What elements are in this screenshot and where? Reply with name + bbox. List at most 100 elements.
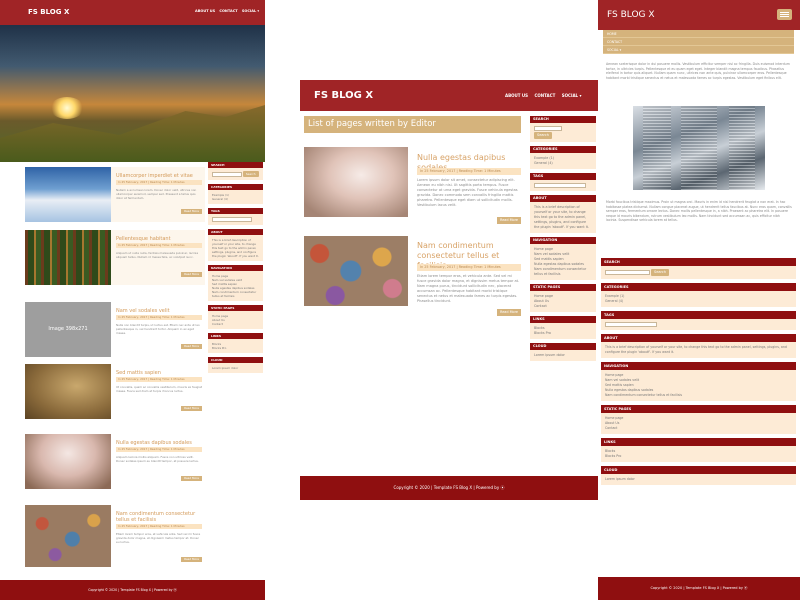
mobile-page-view: FS BLOG X HOME CONTACT SOCIAL ▾ Aenean s…	[598, 0, 800, 600]
menu-item-contact[interactable]: CONTACT	[219, 9, 237, 13]
search-input[interactable]	[605, 269, 650, 275]
post-thumbnail[interactable]	[25, 364, 111, 419]
cloud-widget: CLOUD Lorem ipsum dolor	[530, 342, 596, 361]
read-more-button[interactable]: Read More	[181, 557, 202, 562]
widget-title: NAVIGATION	[601, 362, 796, 370]
post-title[interactable]: Nam condimentum consectetur tellus et fa…	[116, 511, 202, 523]
static-link[interactable]: Contact	[212, 322, 259, 326]
tags-select[interactable]	[605, 322, 657, 327]
author-pages-view: FS BLOG X ABOUT US CONTACT SOCIAL ▾ List…	[300, 80, 598, 600]
post-excerpt: Lorem ipsum dolor sit amet, consectetur …	[417, 178, 518, 207]
cloud-text: Lorem ipsum dolor	[601, 474, 796, 485]
search-button[interactable]: Search	[651, 269, 670, 276]
post-thumbnail[interactable]	[304, 236, 408, 306]
static-pages-widget: STATIC PAGES Home page About Us Contact	[208, 305, 263, 329]
search-input[interactable]	[212, 171, 242, 177]
hero-sun	[50, 97, 84, 119]
mobile-menu-item-home[interactable]: HOME	[603, 30, 794, 38]
read-more-button[interactable]: Read More	[181, 344, 202, 349]
mobile-menu-item-contact[interactable]: CONTACT	[603, 38, 794, 46]
post-card: Ullamcorper imperdiet et vitae In 25 Feb…	[25, 167, 205, 222]
menu-item-contact[interactable]: CONTACT	[534, 93, 555, 98]
post-thumbnail[interactable]	[304, 147, 408, 217]
menu-item-about[interactable]: ABOUT US	[195, 9, 215, 13]
search-button[interactable]: Search	[242, 171, 259, 177]
categories-widget: CATEGORIES Example (1) General (4)	[208, 184, 263, 204]
post-meta: In 25 February, 2017 | Reading Time: 1 M…	[116, 315, 202, 320]
widget-title: CLOUD	[530, 342, 596, 350]
static-link[interactable]: Contact	[605, 426, 792, 431]
site-footer: Copyright © 2020 | Template FS Blog X | …	[598, 577, 800, 600]
category-link[interactable]: General (4)	[212, 197, 259, 201]
widget-title: STATIC PAGES	[530, 283, 596, 291]
read-more-button[interactable]: Read More	[181, 476, 202, 481]
about-widget: ABOUT This is a brief description of you…	[601, 334, 796, 358]
category-link[interactable]: General (4)	[605, 299, 792, 304]
search-button[interactable]: Search	[534, 131, 553, 139]
search-widget: SEARCH Search	[530, 116, 596, 142]
site-brand[interactable]: FS BLOG X	[607, 10, 655, 20]
post-card: Pellentesque habitant In 25 February, 20…	[25, 230, 205, 285]
external-link[interactable]: Blocks Pro	[534, 331, 592, 336]
article-image-buildings	[633, 106, 765, 190]
post-thumbnail[interactable]	[25, 434, 111, 489]
widget-title: CLOUD	[601, 466, 796, 474]
mobile-menu-item-social[interactable]: SOCIAL ▾	[603, 46, 794, 54]
post-meta: In 25 February, 2017 | Reading Time: 1 M…	[116, 180, 202, 185]
post-thumbnail[interactable]	[25, 230, 111, 285]
about-widget: ABOUT This is a brief description of you…	[208, 229, 263, 261]
top-navbar: FS BLOG X ABOUT US CONTACT SOCIAL ▾	[0, 0, 265, 25]
post-title[interactable]: Pellentesque habitant	[116, 236, 202, 242]
post-card: Nam condimentum consectetur tellus et fa…	[25, 505, 205, 567]
static-link[interactable]: Contact	[534, 304, 592, 309]
read-more-button[interactable]: Read More	[496, 309, 521, 316]
top-navbar: FS BLOG X	[598, 0, 800, 30]
nav-link[interactable]: Nam condimentum consectetur tellus et fa…	[212, 290, 259, 298]
tags-select[interactable]	[534, 182, 586, 188]
read-more-button[interactable]: Read More	[181, 406, 202, 411]
about-text: This is a brief description of yourself …	[208, 235, 263, 261]
widget-title: SEARCH	[530, 116, 596, 123]
static-pages-widget: STATIC PAGES Home page About Us Contact	[601, 405, 796, 434]
post-thumbnail[interactable]	[25, 505, 111, 567]
widget-title: LINKS	[601, 438, 796, 446]
post-title[interactable]: Ullamcorper imperdiet et vitae	[116, 173, 202, 179]
cloud-text: Lorem ipsum dolor	[530, 349, 596, 361]
menu-item-social[interactable]: SOCIAL ▾	[562, 93, 582, 98]
post-title[interactable]: Sed mattis sapien	[116, 370, 202, 376]
mobile-dropdown-menu: HOME CONTACT SOCIAL ▾	[603, 30, 794, 54]
nav-link[interactable]: Nam condimentum consectetur tellus et fa…	[605, 393, 792, 398]
post-meta: In 25 February, 2017 | Reading Time: 1 M…	[116, 524, 202, 529]
post-meta: In 25 February, 2017 | Reading Time: 1 M…	[116, 377, 202, 382]
image-placeholder[interactable]: Image 398x271	[25, 302, 111, 357]
desktop-page-view: FS BLOG X ABOUT US CONTACT SOCIAL ▾ Ulla…	[0, 0, 265, 600]
site-brand[interactable]: FS BLOG X	[28, 8, 69, 16]
about-text: This is a brief description of yourself …	[601, 342, 796, 358]
read-more-button[interactable]: Read More	[181, 209, 202, 214]
widget-title: LINKS	[530, 315, 596, 323]
external-link[interactable]: Blocks Pro	[212, 346, 259, 350]
nav-link[interactable]: Nulla egestas dapibus sodales	[534, 262, 592, 267]
post-thumbnail[interactable]	[25, 167, 111, 222]
post-meta: In 25 February, 2017 | Reading Time: 1 M…	[116, 243, 202, 248]
cloud-text: Lorem ipsum dolor	[208, 363, 263, 373]
widget-title: CATEGORIES	[530, 145, 596, 153]
tags-select[interactable]	[212, 217, 252, 222]
nav-link[interactable]: Nam condimentum consectetur tellus et fa…	[534, 267, 592, 277]
post-title[interactable]: Nam vel sodales velit	[116, 308, 202, 314]
search-input[interactable]	[534, 126, 562, 131]
read-more-button[interactable]: Read More	[496, 217, 521, 224]
menu-item-about[interactable]: ABOUT US	[505, 93, 528, 98]
article-body-text: Morbi faucibus tristique maximus. Proin …	[606, 200, 792, 223]
hamburger-menu-icon[interactable]	[777, 9, 792, 20]
site-brand[interactable]: FS BLOG X	[314, 90, 373, 101]
read-more-button[interactable]: Read More	[181, 272, 202, 277]
external-link[interactable]: Blocks Pro	[605, 454, 792, 459]
category-link[interactable]: General (4)	[534, 161, 592, 166]
post-excerpt: Aliquam ut nulla nulla, facilisis malesu…	[116, 251, 199, 259]
menu-item-social[interactable]: SOCIAL ▾	[242, 9, 259, 13]
top-navbar: FS BLOG X ABOUT US CONTACT SOCIAL ▾	[300, 80, 598, 111]
post-title[interactable]: Nulla egestas dapibus sodales	[116, 440, 202, 446]
page-title: List of pages written by Editor	[304, 116, 521, 133]
categories-widget: CATEGORIES Example (1) General (4)	[530, 145, 596, 169]
